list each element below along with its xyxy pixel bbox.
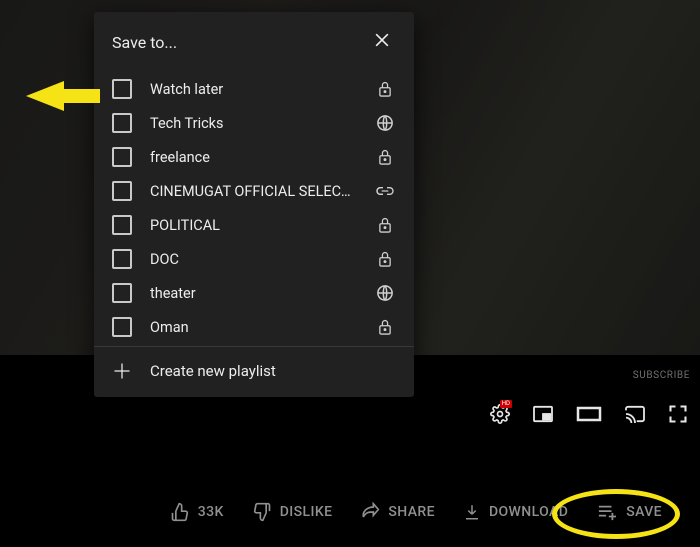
playlist-checkbox[interactable] [112, 317, 132, 337]
playlist-label: DOC [150, 251, 356, 268]
playlist-label: POLITICAL [150, 217, 356, 234]
playlist-item[interactable]: Watch later [94, 72, 414, 106]
privacy-private-icon [374, 216, 396, 234]
download-label: DOWNLOAD [489, 504, 568, 520]
playlist-label: Oman [150, 319, 356, 336]
playlist-label: freelance [150, 149, 356, 166]
playlist-item[interactable]: POLITICAL [94, 208, 414, 242]
playlist-list: Watch later Tech Tricks freelance CINEMUGAT… [94, 68, 414, 346]
playlist-label: theater [150, 285, 356, 302]
thumb-up-icon [170, 502, 190, 522]
privacy-private-icon [374, 148, 396, 166]
subscribe-button[interactable]: SUBSCRIBE [633, 370, 690, 381]
download-icon [463, 502, 481, 522]
hd-badge: HD [500, 400, 512, 408]
action-row: 33K DISLIKE SHARE DOWNLOAD SAVE [0, 477, 700, 547]
privacy-unlisted-icon [374, 185, 396, 197]
playlist-checkbox[interactable] [112, 79, 132, 99]
playlist-label: Watch later [150, 81, 356, 98]
playlist-item[interactable]: Oman [94, 310, 414, 344]
save-to-modal: Save to... Watch later Tech Tricks freelan… [94, 12, 414, 397]
dislike-button[interactable]: DISLIKE [252, 502, 333, 522]
player-controls: HD [490, 404, 688, 424]
fullscreen-icon [668, 404, 688, 424]
miniplayer-button[interactable] [532, 405, 554, 423]
playlist-checkbox[interactable] [112, 147, 132, 167]
settings-button[interactable]: HD [490, 404, 510, 424]
privacy-public-icon [374, 114, 396, 132]
save-button[interactable]: SAVE [596, 503, 662, 521]
cast-button[interactable] [624, 405, 646, 423]
fullscreen-button[interactable] [668, 404, 688, 424]
share-label: SHARE [388, 504, 435, 520]
theater-mode-button[interactable] [576, 406, 602, 422]
miniplayer-icon [532, 405, 554, 423]
share-button[interactable]: SHARE [360, 502, 435, 522]
theater-icon [576, 406, 602, 422]
like-button[interactable]: 33K [170, 502, 224, 522]
close-icon [372, 30, 392, 50]
privacy-public-icon [374, 284, 396, 302]
privacy-private-icon [374, 80, 396, 98]
close-button[interactable] [368, 26, 396, 58]
playlist-checkbox[interactable] [112, 249, 132, 269]
thumb-down-icon [252, 502, 272, 522]
playlist-item[interactable]: freelance [94, 140, 414, 174]
playlist-label: CINEMUGAT OFFICIAL SELECTION [150, 183, 356, 200]
create-playlist-label: Create new playlist [150, 362, 276, 380]
playlist-item[interactable]: DOC [94, 242, 414, 276]
playlist-checkbox[interactable] [112, 181, 132, 201]
create-new-playlist-button[interactable]: Create new playlist [94, 346, 414, 397]
dislike-label: DISLIKE [280, 504, 333, 520]
app-stage: SUBSCRIBE HD [0, 0, 700, 547]
plus-icon [112, 361, 132, 381]
playlist-checkbox[interactable] [112, 215, 132, 235]
save-label: SAVE [626, 504, 662, 520]
playlist-item[interactable]: theater [94, 276, 414, 310]
modal-header: Save to... [94, 12, 414, 68]
playlist-checkbox[interactable] [112, 283, 132, 303]
privacy-private-icon [374, 318, 396, 336]
download-button[interactable]: DOWNLOAD [463, 502, 568, 522]
modal-title: Save to... [112, 33, 177, 52]
like-count-label: 33K [198, 504, 224, 520]
share-icon [360, 502, 380, 522]
playlist-item[interactable]: Tech Tricks [94, 106, 414, 140]
playlist-add-icon [596, 503, 618, 521]
playlist-item[interactable]: CINEMUGAT OFFICIAL SELECTION [94, 174, 414, 208]
cast-icon [624, 405, 646, 423]
privacy-private-icon [374, 250, 396, 268]
playlist-checkbox[interactable] [112, 113, 132, 133]
playlist-label: Tech Tricks [150, 115, 356, 132]
